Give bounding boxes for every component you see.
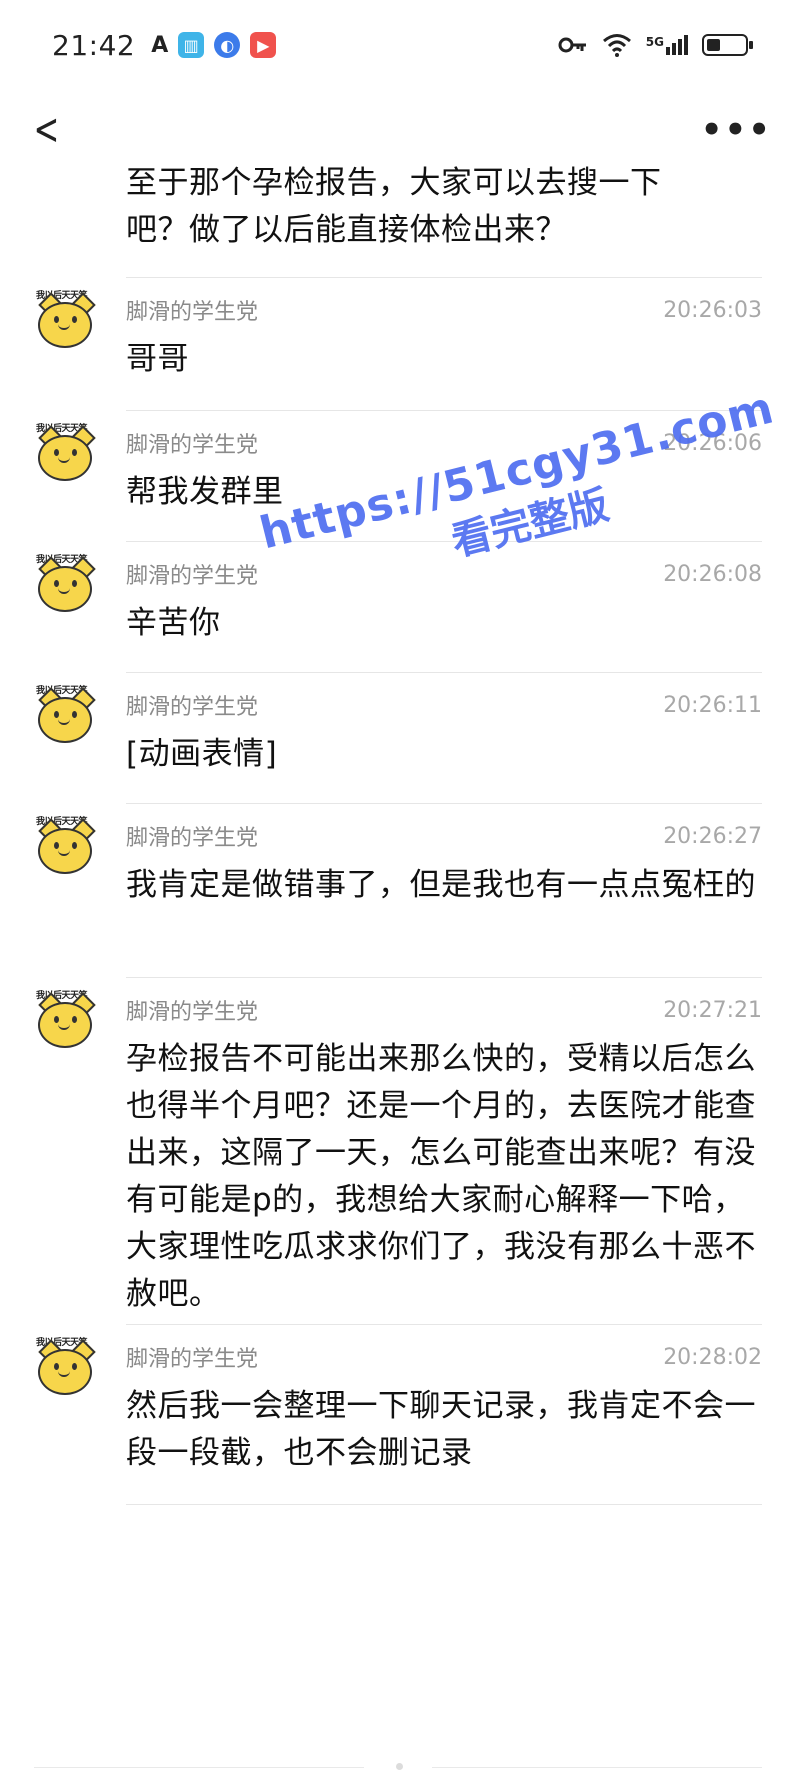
avatar[interactable]: 我以后天天笑 [34,817,96,880]
message-time: 20:26:08 [663,561,762,587]
cat-face-icon [38,828,92,874]
message-meta: 脚滑的学生党 20:26:27 [126,816,762,856]
status-bar: 21:42 A ▥ ◐ ▶ 5G [0,0,800,90]
message-meta: 脚滑的学生党 20:26:03 [126,290,762,330]
bottom-bar [0,1745,800,1787]
cat-face-icon [38,435,92,481]
avatar[interactable]: 我以后天天笑 [34,991,96,1054]
avatar[interactable]: 我以后天天笑 [34,424,96,487]
signal-icon: 5G [646,35,688,55]
sender-name: 脚滑的学生党 [126,695,259,720]
chevron-left-icon[interactable]: < [34,108,60,152]
status-app-icons: A ▥ ◐ ▶ [151,32,277,58]
sender-name: 脚滑的学生党 [126,564,259,589]
bottom-line-left [34,1767,364,1768]
message-meta: 脚滑的学生党 20:28:02 [126,1337,762,1377]
message-list: 我以后天天笑 脚滑的学生党 20:26:03 哥哥 我以后天天笑 脚滑的学生党 20:26:… [0,278,800,1505]
message-text: 哥哥 [126,341,189,377]
cat-face-icon [38,1349,92,1395]
sender-name: 脚滑的学生党 [126,826,259,851]
message-time: 20:26:27 [663,823,762,849]
message-time: 20:26:11 [663,692,762,718]
bottom-line-right [432,1767,762,1768]
avatar[interactable]: 我以后天天笑 [34,1338,96,1401]
status-time: 21:42 [52,28,136,62]
message-text: 孕检报告不可能出来那么快的，受精以后怎么也得半个月吧？还是一个月的，去医院才能查… [126,1041,756,1312]
message-text: 然后我一会整理一下聊天记录，我肯定不会一段一段截，也不会删记录 [126,1388,756,1471]
message-text: [动画表情] [126,736,278,772]
message-text: 辛苦你 [126,605,221,641]
sender-name: 脚滑的学生党 [126,1000,259,1025]
sender-name: 脚滑的学生党 [126,1347,259,1372]
signal-label: 5G [645,35,664,49]
chat-message[interactable]: 我以后天天笑 脚滑的学生党 20:27:21 孕检报告不可能出来那么快的，受精以后怎么… [0,978,800,1325]
message-text: 我肯定是做错事了，但是我也有一点点冤枉的 [126,867,756,903]
message-meta: 脚滑的学生党 20:26:08 [126,554,762,594]
status-indicators: 5G [558,33,753,57]
battery-icon [702,34,753,56]
chat-message[interactable]: 我以后天天笑 脚滑的学生党 20:26:06 帮我发群里 [0,411,800,542]
chat-message[interactable]: 我以后天天笑 脚滑的学生党 20:26:08 辛苦你 [0,542,800,673]
message-meta: 脚滑的学生党 20:26:11 [126,685,762,725]
chat-message[interactable]: 我以后天天笑 脚滑的学生党 20:26:27 我肯定是做错事了，但是我也有一点点冤枉的 [0,804,800,978]
message-time: 20:26:06 [663,430,762,456]
battery-level [707,39,720,51]
cat-face-icon [38,302,92,348]
text-a-icon: A [151,32,169,58]
avatar[interactable]: 我以后天天笑 [34,555,96,618]
message-text: 至于那个孕检报告，大家可以去搜一下吧？做了以后能直接体检出来？ [126,165,662,248]
message-time: 20:27:21 [663,997,762,1023]
partial-message: 至于那个孕检报告，大家可以去搜一下吧？做了以后能直接体检出来？ [0,150,800,278]
message-text: 帮我发群里 [126,474,284,510]
more-dots-icon[interactable]: ••• [701,110,772,150]
cat-face-icon [38,697,92,743]
video-app-icon: ▶ [250,32,277,58]
message-meta: 脚滑的学生党 20:26:06 [126,423,762,463]
message-time: 20:28:02 [663,1344,762,1370]
chat-message[interactable]: 我以后天天笑 脚滑的学生党 20:26:03 哥哥 [0,278,800,411]
chat-list[interactable]: 至于那个孕检报告，大家可以去搜一下吧？做了以后能直接体检出来？ 我以后天天笑 脚滑… [0,150,800,1787]
chat-message[interactable]: 我以后天天笑 脚滑的学生党 20:28:02 然后我一会整理一下聊天记录，我肯定不会一… [0,1325,800,1505]
sender-name: 脚滑的学生党 [126,300,259,325]
book-app-icon: ▥ [178,32,205,58]
chat-message[interactable]: 我以后天天笑 脚滑的学生党 20:26:11 [动画表情] [0,673,800,804]
avatar[interactable]: 我以后天天笑 [34,686,96,749]
message-meta: 脚滑的学生党 20:27:21 [126,990,762,1030]
key-icon [558,37,586,53]
bottom-dot [396,1763,403,1770]
divider [126,1504,762,1505]
wifi-icon [602,34,631,57]
sender-name: 脚滑的学生党 [126,433,259,458]
browser-app-icon: ◐ [214,32,241,58]
cat-face-icon [38,566,92,612]
cat-face-icon [38,1002,92,1048]
message-time: 20:26:03 [663,297,762,323]
avatar[interactable]: 我以后天天笑 [34,291,96,354]
